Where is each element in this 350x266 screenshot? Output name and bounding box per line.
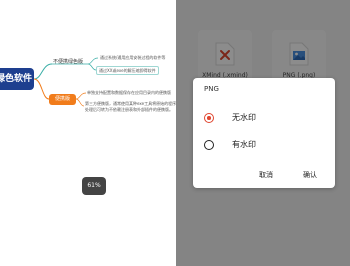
option-with-watermark[interactable]: 有水印: [201, 136, 327, 154]
watermark-dialog: PNG 无水印 有水印 取消 确认: [193, 78, 335, 188]
option-label: 无水印: [232, 113, 256, 122]
confirm-button[interactable]: 确认: [303, 170, 317, 180]
leaf-node-selected[interactable]: 通过XX或exe的解压缩即得软件: [96, 66, 159, 75]
leaf-node-multiline[interactable]: 第三方便携版，通常使用某种exe工具将原始的程序， 处理后可转为不依赖注册表和外…: [85, 101, 180, 112]
branch-node-portable[interactable]: 便携版: [49, 94, 76, 105]
dialog-title: PNG: [204, 85, 219, 93]
radio-selected-icon[interactable]: [204, 113, 214, 123]
leaf-line: 第三方便携版，通常使用某种exe工具将原始的程序，: [85, 101, 181, 106]
zoom-level-badge[interactable]: 61%: [82, 177, 106, 195]
option-label: 有水印: [232, 140, 256, 149]
cancel-button[interactable]: 取消: [259, 170, 273, 180]
mindmap-connectors: [33, 57, 99, 107]
mindmap-canvas[interactable]: 绿色软件 不便携绿色版 便携版 通过系统/通用应用安装过程的软件等 通过XX或e…: [0, 0, 180, 266]
leaf-line: 处理后可转为不依赖注册表和外部插件的便携版。: [85, 106, 173, 112]
screen: 绿色软件 不便携绿色版 便携版 通过系统/通用应用安装过程的软件等 通过XX或e…: [0, 0, 350, 266]
radio-unselected-icon[interactable]: [204, 140, 214, 150]
leaf-node[interactable]: 单独支持配置和数据保存在应用目录内的便携版: [87, 90, 171, 95]
root-node[interactable]: 绿色软件: [0, 68, 34, 90]
leaf-node[interactable]: 通过系统/通用应用安装过程的软件等: [100, 55, 165, 60]
option-no-watermark[interactable]: 无水印: [201, 109, 327, 127]
branch-node-plain[interactable]: 不便携绿色版: [53, 58, 83, 65]
